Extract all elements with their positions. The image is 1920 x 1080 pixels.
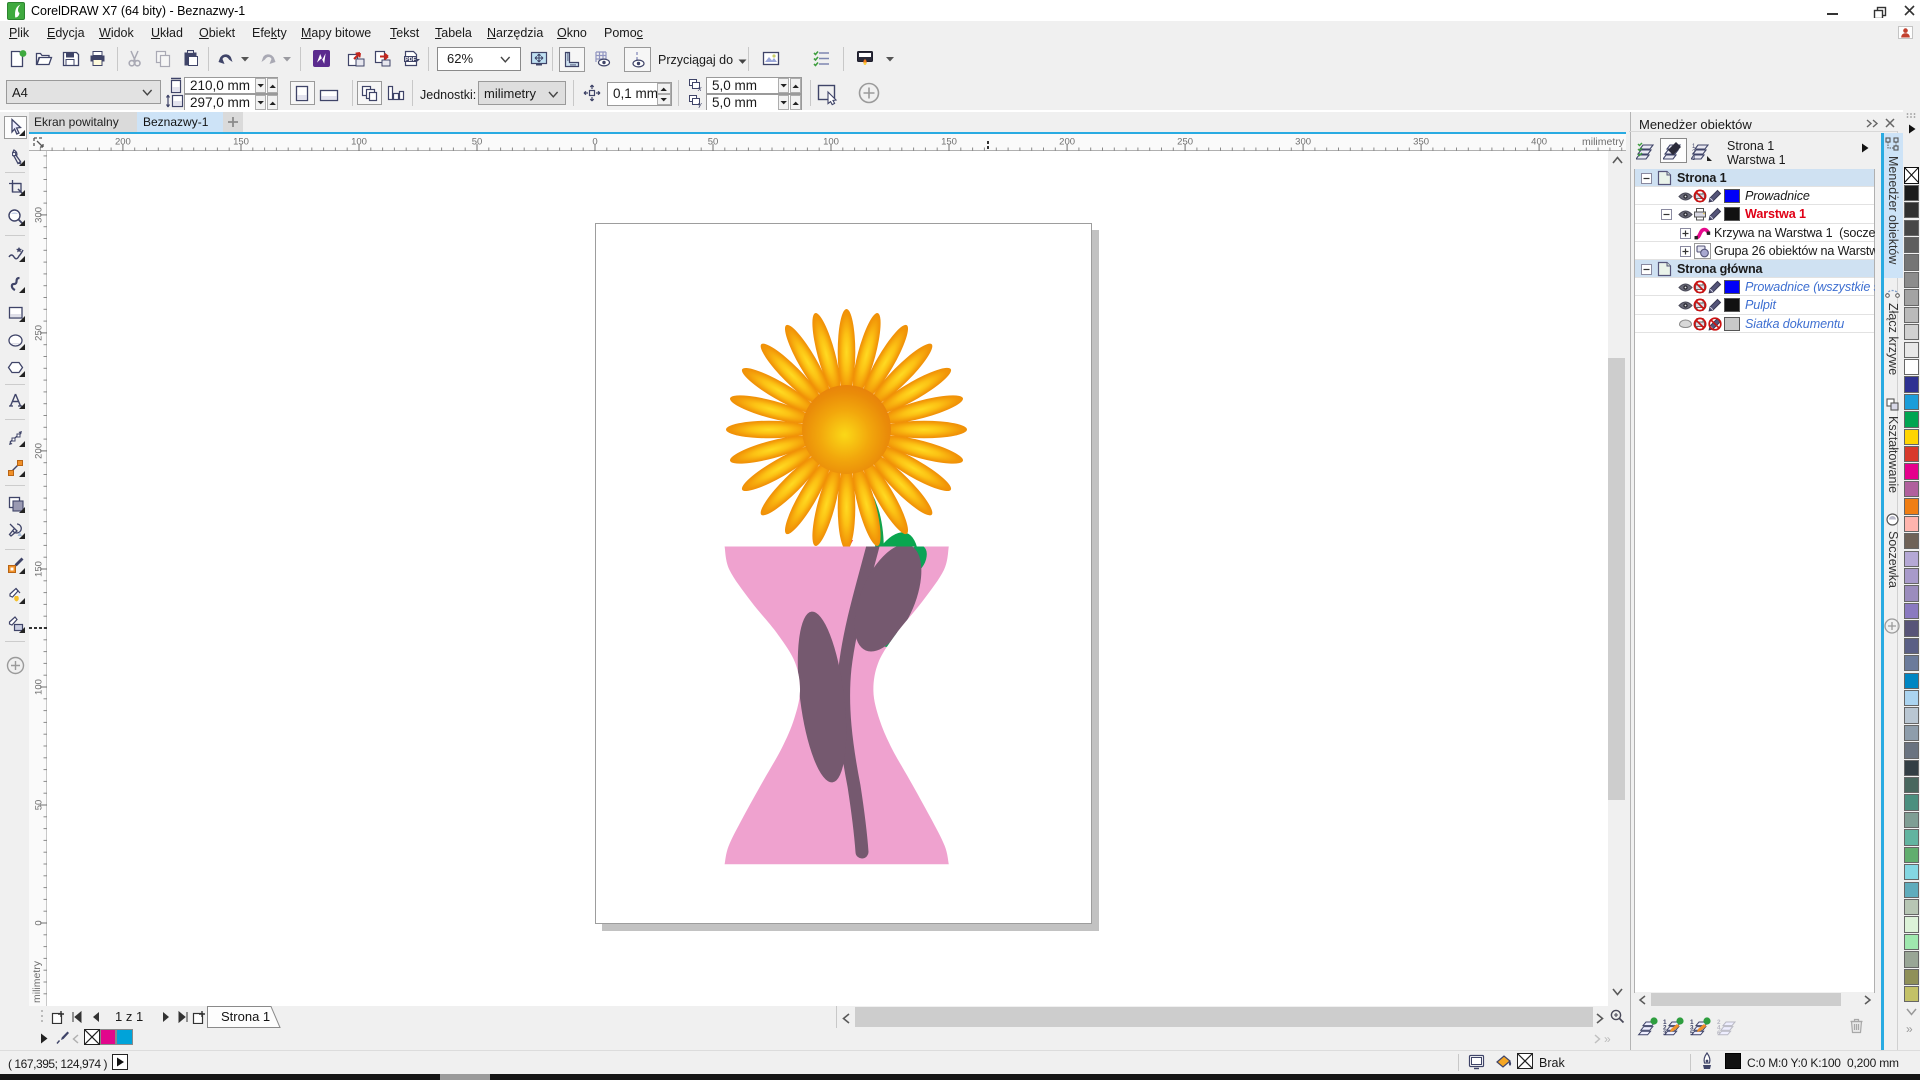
svg-text:5: 5 — [1690, 1030, 1694, 1037]
svg-text:Strona 1: Strona 1 — [221, 1009, 270, 1024]
svg-text:6: 6 — [1717, 1030, 1721, 1037]
svg-text:3: 3 — [1663, 1030, 1667, 1037]
